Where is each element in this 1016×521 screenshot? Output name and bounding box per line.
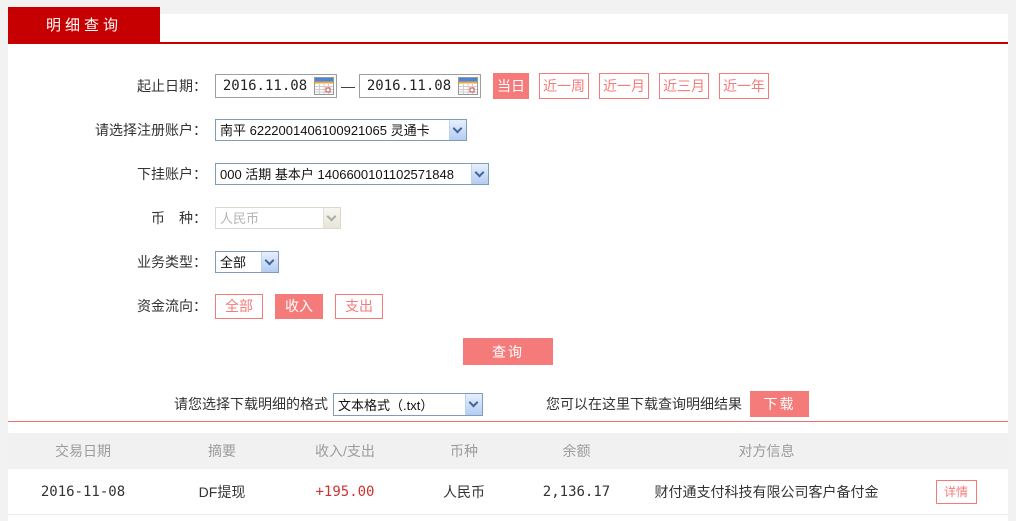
chevron-down-icon	[261, 251, 278, 272]
currency-select: 人民币	[215, 206, 341, 229]
header-income-expense: 收入/支出	[315, 443, 375, 459]
chevron-down-icon	[465, 393, 482, 415]
register-account-row: 请选择注册账户： 南平 6222001406100921065 灵通卡	[8, 117, 1008, 142]
query-form: 起止日期： 2016.11.08 — 2016.11.08 当日 近一周 近一月…	[8, 72, 1008, 417]
download-hint: 您可以在这里下载查询明细结果	[546, 396, 742, 412]
query-row: 查询	[8, 338, 1008, 365]
tab-label: 明细查询	[45, 17, 122, 34]
tab-detail-query[interactable]: 明细查询	[8, 7, 160, 42]
business-type-value: 全部	[220, 255, 247, 270]
header-currency: 币种	[450, 443, 478, 459]
fund-flow-label: 资金流向：	[137, 298, 207, 314]
date-range-row: 起止日期： 2016.11.08 — 2016.11.08 当日 近一周 近一月…	[8, 72, 1008, 99]
chevron-down-icon	[323, 207, 340, 228]
header-balance: 余额	[562, 443, 591, 459]
sub-account-select[interactable]: 000 活期 基本户 1406600101102571848	[215, 162, 489, 185]
date-end-value: 2016.11.08	[366, 77, 452, 94]
fund-flow-income-button[interactable]: 收入	[275, 293, 323, 319]
fund-flow-expense-button[interactable]: 支出	[335, 293, 383, 319]
download-format-select[interactable]: 文本格式（.txt）	[333, 392, 483, 416]
sub-account-row: 下挂账户： 000 活期 基本户 1406600101102571848	[8, 161, 1008, 186]
download-format-label: 请您选择下载明细的格式	[174, 396, 328, 412]
cell-action: 详情	[904, 479, 1008, 504]
table-top-divider	[8, 421, 1008, 422]
currency-row: 币 种： 人民币	[8, 205, 1008, 230]
cell-summary: DF提现	[198, 483, 246, 500]
cell-trade-date: 2016-11-08	[40, 483, 126, 500]
register-account-label: 请选择注册账户：	[95, 121, 207, 138]
detail-query-page: 明细查询 起止日期： 2016.11.08 — 2016.11.08 当日 近一…	[0, 0, 1016, 521]
calendar-icon[interactable]	[458, 76, 478, 95]
chevron-down-icon	[449, 119, 466, 140]
header-trade-date: 交易日期	[55, 443, 111, 459]
header-summary: 摘要	[208, 443, 236, 459]
download-button[interactable]: 下载	[750, 391, 809, 417]
calendar-icon[interactable]	[314, 76, 334, 95]
tab-underline	[8, 42, 1008, 44]
date-start-value: 2016.11.08	[222, 77, 308, 94]
query-button[interactable]: 查询	[463, 338, 553, 365]
table-header-row: 交易日期 摘要 收入/支出 币种 余额 对方信息	[8, 433, 1008, 469]
detail-button[interactable]: 详情	[935, 479, 977, 504]
quick-range-3month-button[interactable]: 近三月	[659, 72, 709, 99]
results-table: 交易日期 摘要 收入/支出 币种 余额 对方信息 2016-11-08 DF提现…	[8, 433, 1008, 515]
date-range-separator: —	[341, 77, 355, 94]
cell-currency: 人民币	[443, 483, 485, 500]
register-account-value: 南平 6222001406100921065 灵通卡	[220, 123, 430, 138]
quick-range-today-button[interactable]: 当日	[493, 72, 529, 99]
business-type-row: 业务类型： 全部	[8, 249, 1008, 274]
date-end-input[interactable]: 2016.11.08	[359, 73, 481, 98]
business-type-label: 业务类型：	[137, 253, 207, 270]
quick-range-year-button[interactable]: 近一年	[719, 72, 769, 99]
chevron-down-icon	[471, 163, 488, 184]
cell-counterparty: 财付通支付科技有限公司客户备付金	[654, 483, 879, 500]
header-counterparty: 对方信息	[738, 443, 795, 459]
currency-value: 人民币	[220, 211, 260, 226]
sub-account-value: 000 活期 基本户 1406600101102571848	[220, 167, 454, 182]
currency-label: 币 种：	[151, 209, 207, 226]
quick-range-week-button[interactable]: 近一周	[539, 72, 589, 99]
download-row: 请您选择下载明细的格式 文本格式（.txt） 您可以在这里下载查询明细结果 下载	[8, 391, 1008, 417]
cell-amount: +195.00	[315, 483, 375, 500]
table-row: 2016-11-08 DF提现 +195.00 人民币 2,136.17 财付通…	[8, 469, 1008, 515]
date-range-label: 起止日期：	[137, 77, 207, 94]
business-type-select[interactable]: 全部	[215, 250, 279, 273]
date-start-input[interactable]: 2016.11.08	[215, 73, 337, 98]
download-format-value: 文本格式（.txt）	[338, 397, 434, 413]
fund-flow-row: 资金流向： 全部 收入 支出	[8, 293, 1008, 319]
fund-flow-all-button[interactable]: 全部	[215, 293, 263, 319]
register-account-select[interactable]: 南平 6222001406100921065 灵通卡	[215, 118, 467, 141]
quick-range-month-button[interactable]: 近一月	[599, 72, 649, 99]
sub-account-label: 下挂账户：	[137, 165, 207, 182]
cell-balance: 2,136.17	[542, 483, 611, 500]
